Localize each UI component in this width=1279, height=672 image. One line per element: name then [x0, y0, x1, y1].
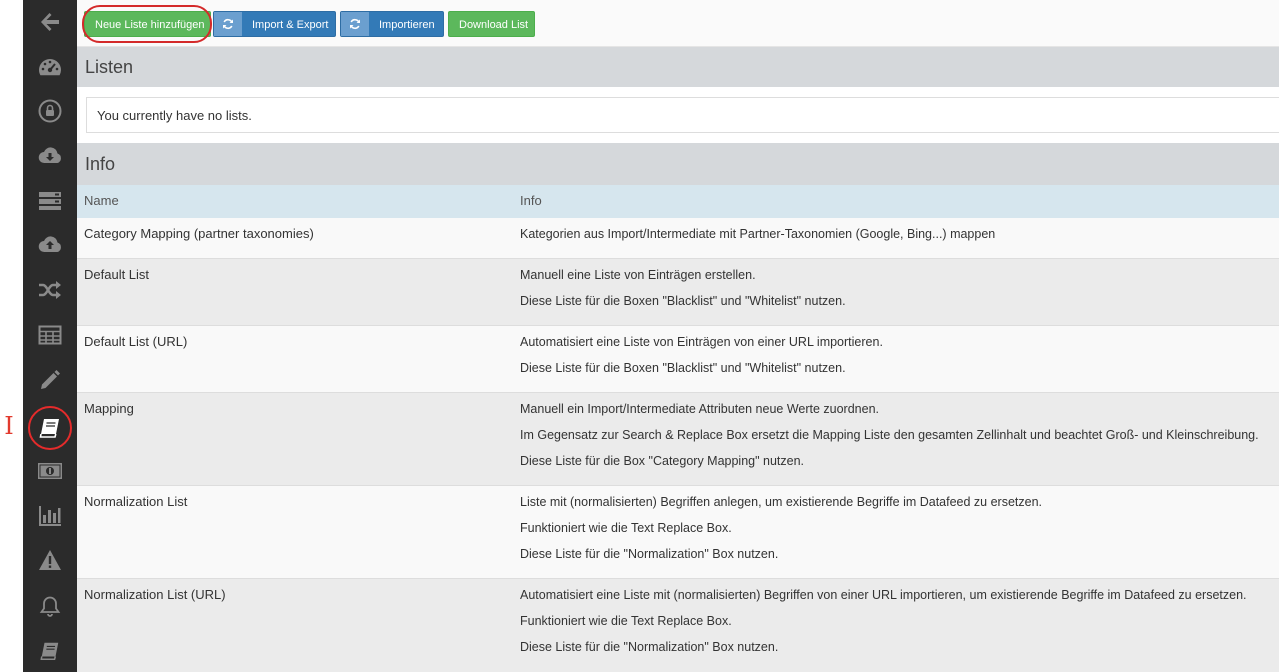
cloud-upload-icon[interactable] [23, 225, 77, 265]
table-header: Name Info [77, 185, 1279, 218]
table-row: Normalization List (URL) Automatisiert e… [77, 579, 1279, 672]
table-row: Category Mapping (partner taxonomies) Ka… [77, 218, 1279, 259]
row-info-line: Manuell eine Liste von Einträgen erstell… [520, 268, 756, 282]
row-info-line: Diese Liste für die Boxen "Blacklist" un… [520, 294, 846, 308]
server-icon[interactable] [23, 181, 77, 221]
table-icon[interactable] [23, 315, 77, 355]
table-row: Default List Manuell eine Liste von Eint… [77, 259, 1279, 326]
row-info: Manuell eine Liste von Einträgen erstell… [520, 267, 846, 319]
refresh-icon [341, 12, 369, 36]
column-header-name: Name [84, 193, 119, 208]
sidebar [23, 0, 77, 672]
lock-icon[interactable] [23, 91, 77, 131]
row-name: Normalization List [84, 494, 188, 509]
row-info-line: Kategorien aus Import/Intermediate mit P… [520, 227, 996, 241]
empty-lists-message: You currently have no lists. [86, 97, 1279, 133]
row-info-line: Liste mit (normalisierten) Begriffen anl… [520, 495, 1043, 509]
highlight-ring-button [82, 5, 212, 43]
import-export-button[interactable]: Import & Export [213, 11, 336, 37]
table-row: Mapping Manuell ein Import/Intermediate … [77, 393, 1279, 486]
warning-icon[interactable] [23, 540, 77, 580]
annotation-mark-one: I [4, 412, 14, 440]
row-info: Kategorien aus Import/Intermediate mit P… [520, 226, 995, 252]
highlight-ring-sidebar [28, 406, 72, 450]
row-info-line: Diese Liste für die "Normalization" Box … [520, 547, 779, 561]
info-section-title: Info [77, 143, 1279, 185]
row-name: Normalization List (URL) [84, 587, 226, 602]
bar-chart-icon[interactable] [23, 496, 77, 536]
money-icon[interactable] [23, 451, 77, 491]
table-row: Default List (URL) Automatisiert eine Li… [77, 326, 1279, 393]
bell-icon[interactable] [23, 586, 77, 626]
row-info-line: Automatisiert eine Liste von Einträgen v… [520, 335, 883, 349]
row-info-line: Automatisiert eine Liste mit (normalisie… [520, 588, 1247, 602]
main-content: Neue Liste hinzufügen Import & Export Im… [77, 0, 1279, 672]
download-list-button[interactable]: Download List [448, 11, 535, 37]
row-name: Category Mapping (partner taxonomies) [84, 226, 314, 241]
import-label: Importieren [379, 19, 435, 31]
pencil-icon[interactable] [23, 360, 77, 400]
row-info: Automatisiert eine Liste von Einträgen v… [520, 334, 883, 386]
row-info-line: Diese Liste für die Boxen "Blacklist" un… [520, 361, 846, 375]
row-info-line: Funktioniert wie die Text Replace Box. [520, 521, 732, 535]
row-info: Liste mit (normalisierten) Begriffen anl… [520, 494, 1042, 572]
info-table: Name Info Category Mapping (partner taxo… [77, 185, 1279, 672]
row-info-line: Funktioniert wie die Text Replace Box. [520, 614, 732, 628]
refresh-icon [214, 12, 242, 36]
shuffle-icon[interactable] [23, 270, 77, 310]
dashboard-icon[interactable] [23, 47, 77, 87]
row-info: Automatisiert eine Liste mit (normalisie… [520, 587, 1247, 665]
import-export-label: Import & Export [252, 19, 329, 31]
row-name: Default List (URL) [84, 334, 188, 349]
book-icon[interactable] [23, 631, 77, 671]
import-button[interactable]: Importieren [340, 11, 444, 37]
row-info-line: Diese Liste für die Box "Category Mappin… [520, 454, 805, 468]
row-info-line: Diese Liste für die "Normalization" Box … [520, 640, 779, 654]
row-info-line: Manuell ein Import/Intermediate Attribut… [520, 402, 880, 416]
row-info: Manuell ein Import/Intermediate Attribut… [520, 401, 1259, 479]
row-name: Mapping [84, 401, 134, 416]
table-row: Normalization List Liste mit (normalisie… [77, 486, 1279, 579]
row-name: Default List [84, 267, 150, 282]
left-margin: I [0, 0, 23, 672]
toolbar: Neue Liste hinzufügen Import & Export Im… [77, 0, 1279, 47]
column-header-info: Info [520, 193, 542, 208]
listen-section-title: Listen [77, 47, 1279, 87]
row-info-line: Im Gegensatz zur Search & Replace Box er… [520, 428, 1259, 442]
cloud-download-icon[interactable] [23, 136, 77, 176]
back-arrow-icon[interactable] [23, 2, 77, 42]
